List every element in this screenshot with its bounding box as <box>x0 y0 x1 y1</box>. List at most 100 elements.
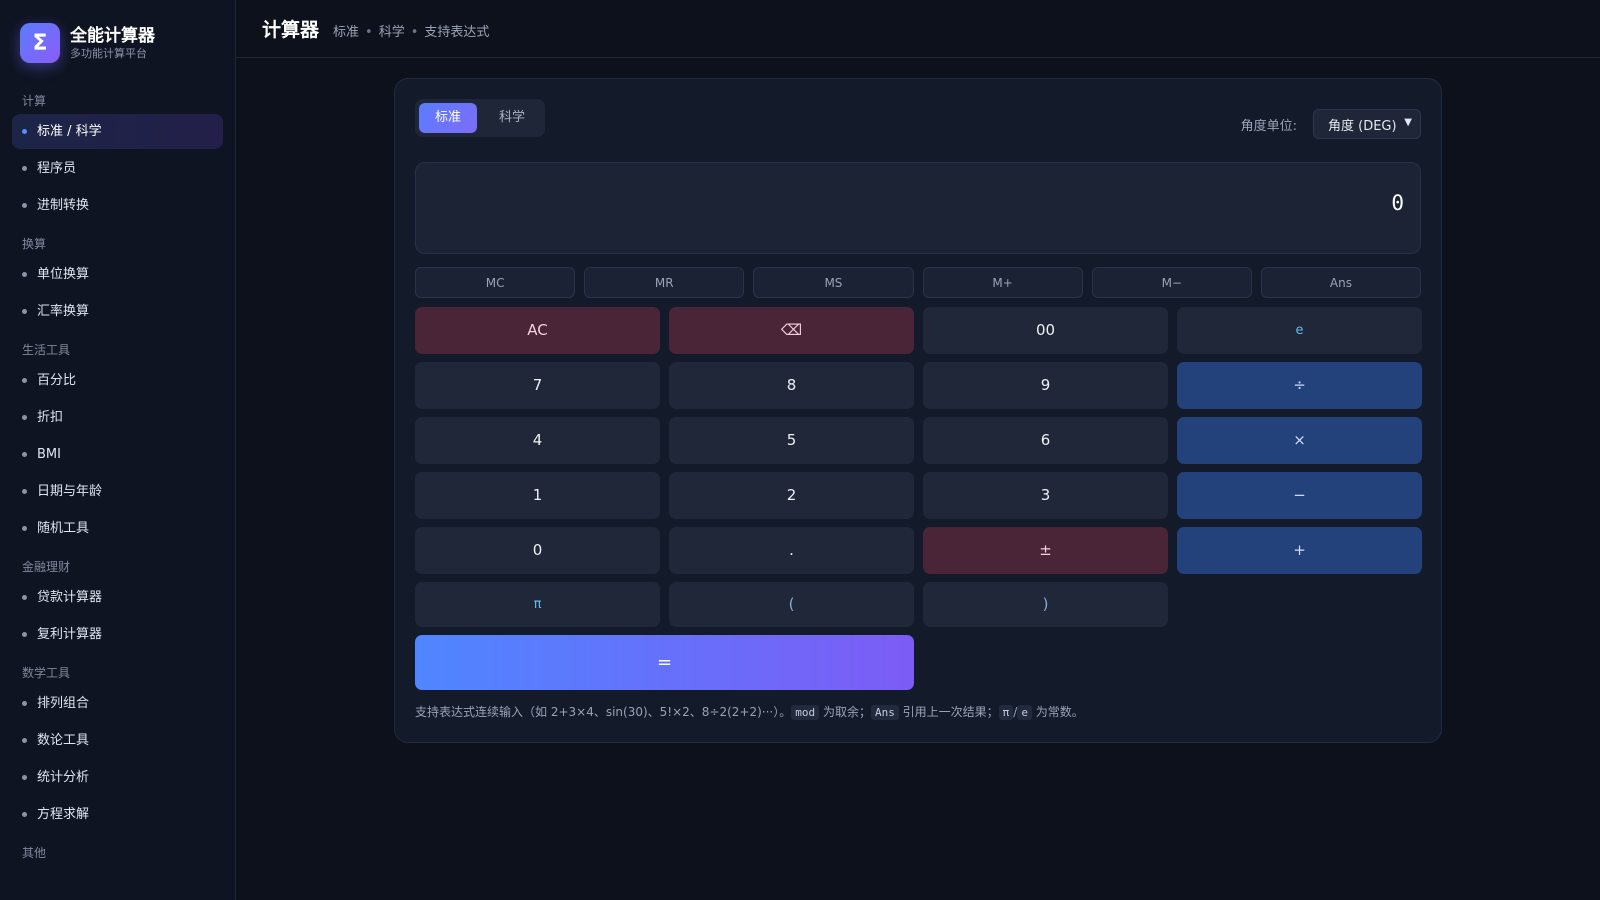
multiply-button[interactable]: × <box>1177 417 1422 464</box>
sidebar-item-label: 统计分析 <box>37 770 90 785</box>
memory-clear-button[interactable]: MC <box>415 267 576 298</box>
nav-group-label: 换算 <box>22 237 47 251</box>
dot-icon <box>22 701 27 706</box>
add-button[interactable]: + <box>1177 527 1422 574</box>
chevron-down-icon: ▼ <box>1404 117 1412 128</box>
hint-code-mod: mod <box>791 705 820 720</box>
sidebar-item-date-age[interactable]: 日期与年龄 <box>12 474 223 509</box>
brand-title: 全能计算器 <box>70 26 155 46</box>
digit-4-button[interactable]: 4 <box>415 417 660 464</box>
dot-icon <box>22 812 27 817</box>
nav-group-label: 金融理财 <box>22 560 71 574</box>
angle-unit: 角度单位: 角度 (DEG) ▼ <box>1241 109 1421 139</box>
nav-group-label: 其他 <box>22 846 47 860</box>
sidebar-item-label: 日期与年龄 <box>37 484 103 499</box>
brand: Σ 全能计算器 多功能计算平台 <box>20 23 155 63</box>
hint-text: 为取余； <box>819 705 871 719</box>
digit-7-button[interactable]: 7 <box>415 362 660 409</box>
sidebar-item-percentage[interactable]: 百分比 <box>12 363 223 398</box>
sidebar-item-label: 贷款计算器 <box>37 590 103 605</box>
sidebar-item-number-theory[interactable]: 数论工具 <box>12 723 223 758</box>
sidebar-item-label: BMI <box>37 447 61 462</box>
digit-1-button[interactable]: 1 <box>415 472 660 519</box>
double-zero-button[interactable]: 00 <box>923 307 1168 354</box>
digit-9-button[interactable]: 9 <box>923 362 1168 409</box>
calculator-display[interactable]: 0 <box>415 162 1421 254</box>
sidebar-item-standard-scientific[interactable]: 标准 / 科学 <box>12 114 223 149</box>
equals-button[interactable]: = <box>415 635 914 690</box>
sidebar-item-base-conversion[interactable]: 进制转换 <box>12 188 223 223</box>
digit-8-button[interactable]: 8 <box>669 362 914 409</box>
hint-code-e: e <box>1017 705 1032 720</box>
sidebar-item-label: 程序员 <box>37 161 77 176</box>
answer-button[interactable]: Ans <box>1260 267 1422 298</box>
open-paren-button[interactable]: ( <box>669 582 914 627</box>
hint-code-ans: Ans <box>870 705 899 720</box>
subtract-button[interactable]: − <box>1177 472 1422 519</box>
dot-icon <box>22 526 27 531</box>
memory-add-button[interactable]: M+ <box>922 267 1083 298</box>
euler-constant-button[interactable]: e <box>1177 307 1422 354</box>
sidebar-item-loan-calculator[interactable]: 贷款计算器 <box>12 580 223 615</box>
backspace-icon[interactable]: ⌫ <box>669 307 914 354</box>
angle-unit-select[interactable]: 角度 (DEG) ▼ <box>1313 109 1421 139</box>
sidebar-item-discount[interactable]: 折扣 <box>12 400 223 435</box>
sidebar-item-label: 复利计算器 <box>37 627 103 642</box>
nav-group-label: 计算 <box>22 94 47 108</box>
breadcrumb-item: 科学 <box>378 25 405 40</box>
memory-row: MC MR MS M+ M− Ans <box>415 267 1422 298</box>
nav-group-label: 生活工具 <box>22 343 71 357</box>
sidebar-item-statistics[interactable]: 统计分析 <box>12 760 223 795</box>
close-paren-button[interactable]: ) <box>923 582 1168 627</box>
memory-store-button[interactable]: MS <box>753 267 914 298</box>
sidebar-item-permutation[interactable]: 排列组合 <box>12 686 223 721</box>
sidebar-item-label: 进制转换 <box>37 198 90 213</box>
dot-icon <box>22 378 27 383</box>
memory-recall-button[interactable]: MR <box>584 267 745 298</box>
digit-6-button[interactable]: 6 <box>923 417 1168 464</box>
usage-hint: 支持表达式连续输入（如 2+3×4、sin(30)、5!×2、8÷2(2+2)·… <box>415 703 1084 720</box>
digit-5-button[interactable]: 5 <box>669 417 914 464</box>
all-clear-button[interactable]: AC <box>415 307 660 354</box>
pi-button[interactable]: π <box>415 582 660 627</box>
breadcrumb-separator: • <box>365 25 373 40</box>
dot-icon <box>22 489 27 494</box>
sidebar-item-bmi[interactable]: BMI <box>12 437 223 472</box>
plus-minus-button[interactable]: ± <box>923 527 1168 574</box>
breadcrumb: 标准 • 科学 • 支持表达式 <box>333 21 489 40</box>
sidebar-item-label: 汇率换算 <box>37 304 90 319</box>
decimal-point-button[interactable]: . <box>669 527 914 574</box>
dot-icon <box>22 452 27 457</box>
tab-scientific[interactable]: 科学 <box>483 103 541 133</box>
digit-0-button[interactable]: 0 <box>415 527 660 574</box>
sidebar-nav: 计算 标准 / 科学 程序员 进制转换 换算 单位换算 汇率换算 生活工具 百分… <box>12 88 223 866</box>
dot-icon <box>22 272 27 277</box>
dot-icon <box>22 203 27 208</box>
sidebar-item-programmer[interactable]: 程序员 <box>12 151 223 186</box>
sidebar-item-equation-solver[interactable]: 方程求解 <box>12 797 223 832</box>
sidebar: Σ 全能计算器 多功能计算平台 计算 标准 / 科学 程序员 进制转换 换算 单… <box>0 0 236 900</box>
hint-text: 引用上一次结果； <box>898 705 999 719</box>
sidebar-item-compound-interest[interactable]: 复利计算器 <box>12 617 223 652</box>
tab-standard[interactable]: 标准 <box>419 103 477 133</box>
divide-button[interactable]: ÷ <box>1177 362 1422 409</box>
sidebar-item-label: 排列组合 <box>37 696 90 711</box>
sidebar-item-label: 标准 / 科学 <box>37 124 102 139</box>
hint-text: 为常数。 <box>1031 705 1084 719</box>
sidebar-item-exchange-rate[interactable]: 汇率换算 <box>12 294 223 329</box>
memory-subtract-button[interactable]: M− <box>1091 267 1252 298</box>
keypad-spacer <box>1177 582 1422 635</box>
sidebar-item-unit-conversion[interactable]: 单位换算 <box>12 257 223 292</box>
dot-icon <box>22 775 27 780</box>
dot-icon <box>22 595 27 600</box>
dot-icon <box>22 632 27 637</box>
calculator-card: 标准 科学 角度单位: 角度 (DEG) ▼ 0 MC MR MS M+ M− … <box>394 78 1442 743</box>
sidebar-item-label: 数论工具 <box>37 733 90 748</box>
breadcrumb-item: 标准 <box>333 25 360 40</box>
sidebar-item-label: 方程求解 <box>37 807 90 822</box>
page-title: 计算器 <box>262 19 320 41</box>
sidebar-item-random-tools[interactable]: 随机工具 <box>12 511 223 546</box>
digit-2-button[interactable]: 2 <box>669 472 914 519</box>
digit-3-button[interactable]: 3 <box>923 472 1168 519</box>
dot-icon <box>22 738 27 743</box>
